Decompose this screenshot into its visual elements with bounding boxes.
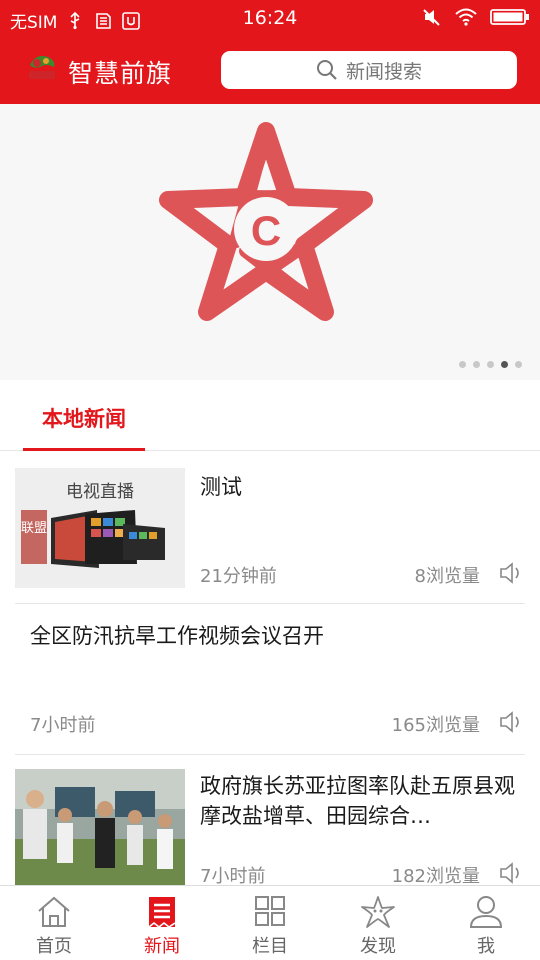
- nav-label: 首页: [36, 936, 72, 957]
- news-time: 7小时前: [30, 715, 96, 736]
- banner-carousel[interactable]: C: [0, 104, 540, 380]
- meeting-photo-thumbnail: [15, 769, 185, 885]
- news-views: 165浏览量: [391, 715, 480, 736]
- news-title: 全区防汛抗旱工作视频会议召开: [30, 624, 324, 648]
- app-title: 智慧前旗: [68, 59, 173, 88]
- tab-label: 本地新闻: [42, 407, 126, 431]
- carousel-dot[interactable]: [487, 361, 494, 368]
- status-right: [422, 8, 530, 26]
- nav-discover[interactable]: 发现: [324, 886, 432, 960]
- tv-live-thumbnail: 电视直播 联盟: [15, 468, 185, 588]
- mute-icon: [423, 9, 440, 26]
- news-item[interactable]: 全区防汛抗旱工作视频会议召开 7小时前 165浏览量: [0, 604, 540, 755]
- nav-columns[interactable]: 栏目: [216, 886, 324, 960]
- news-time: 21分钟前: [200, 566, 277, 587]
- nav-news[interactable]: 新闻: [108, 886, 216, 960]
- status-bar: 无SIM 16:24: [0, 0, 540, 36]
- speaker-icon[interactable]: [498, 860, 524, 885]
- news-views: 182浏览量: [391, 866, 480, 885]
- bottom-nav: 首页 新闻 栏目 发现 我: [0, 885, 540, 960]
- person-icon: [469, 896, 503, 928]
- starfish-icon: [361, 896, 395, 928]
- star-emblem-image: C: [159, 122, 373, 321]
- grid-icon: [255, 896, 285, 926]
- thumb-caption: 电视直播: [66, 482, 134, 502]
- search-icon: [316, 60, 337, 80]
- news-item[interactable]: 政府旗长苏亚拉图率队赴五原县观摩改盐增草、田园综合… 7小时前 182浏览量: [0, 755, 540, 885]
- nav-label: 我: [477, 936, 495, 957]
- news-time: 7小时前: [200, 866, 266, 885]
- nav-home[interactable]: 首页: [0, 886, 108, 960]
- speaker-icon[interactable]: [498, 560, 524, 586]
- carousel-dot[interactable]: [515, 361, 522, 368]
- news-thumbnail: [15, 769, 185, 885]
- nav-label: 新闻: [144, 936, 180, 957]
- battery-icon: [490, 9, 529, 25]
- star-letter: C: [251, 207, 281, 254]
- app-header: 智慧前旗 新闻搜索: [0, 36, 540, 104]
- search-input[interactable]: 新闻搜索: [221, 51, 517, 89]
- app-logo: [29, 56, 55, 79]
- home-icon: [38, 896, 70, 927]
- category-tabs: 本地新闻: [0, 380, 540, 451]
- news-title: 测试: [200, 475, 242, 499]
- news-views: 8浏览量: [414, 566, 480, 587]
- carousel-dot-active[interactable]: [501, 361, 508, 368]
- search-placeholder: 新闻搜索: [345, 60, 422, 83]
- wifi-icon: [455, 8, 477, 26]
- nav-label: 栏目: [252, 936, 288, 957]
- news-title: 政府旗长苏亚拉图率队赴五原县观摩改盐增草、田园综合…: [200, 774, 515, 828]
- carousel-indicators: [459, 361, 522, 368]
- news-icon: [148, 897, 176, 929]
- carousel-dot[interactable]: [459, 361, 466, 368]
- thumb-stamp: 联盟: [21, 521, 47, 536]
- news-item[interactable]: 电视直播 联盟 测试 21分钟前 8浏览量: [0, 451, 540, 604]
- tab-local-news[interactable]: 本地新闻: [23, 380, 145, 451]
- nav-me[interactable]: 我: [432, 886, 540, 960]
- nav-label: 发现: [360, 936, 396, 957]
- carousel-dot[interactable]: [473, 361, 480, 368]
- speaker-icon[interactable]: [498, 709, 524, 735]
- news-thumbnail: 电视直播 联盟: [15, 468, 185, 588]
